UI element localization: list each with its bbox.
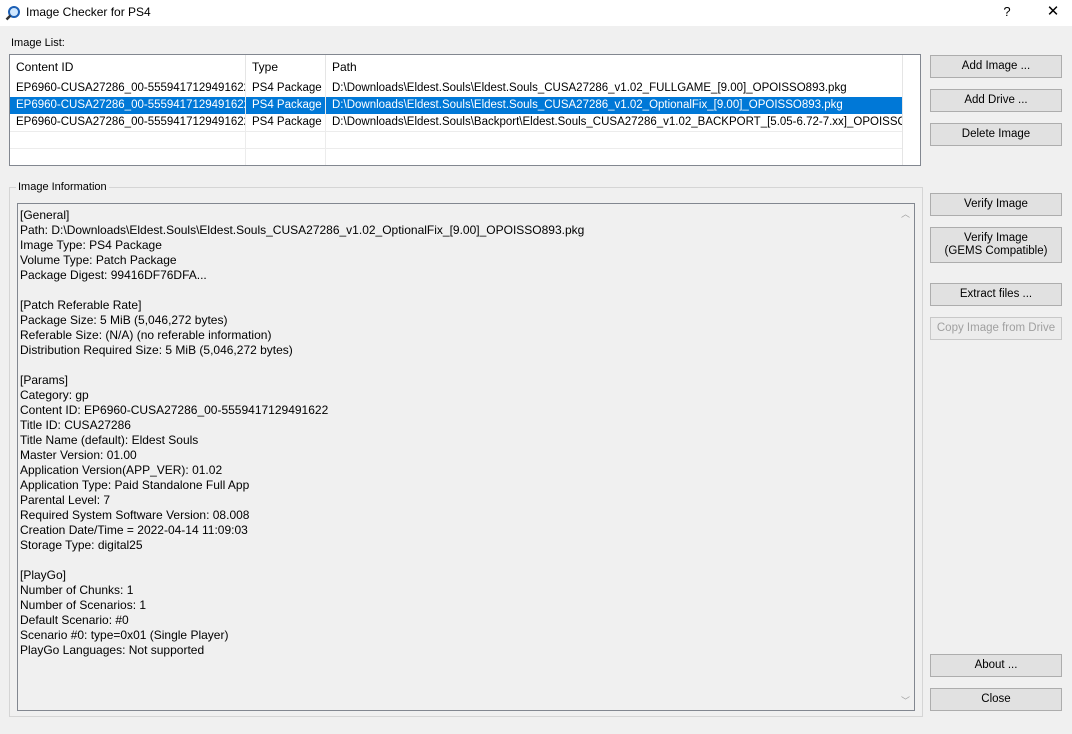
add-drive-button[interactable]: Add Drive ... [930,89,1062,112]
add-image-button[interactable]: Add Image ... [930,55,1062,78]
magnifier-icon [5,6,20,21]
cell-type: PS4 Package [252,116,322,128]
cell-path: D:\Downloads\Eldest.Souls\Backport\Eldes… [332,116,916,128]
verify-gems-line1: Verify Image [964,232,1028,244]
help-button[interactable]: ? [990,0,1024,26]
cell-type: PS4 Package [252,82,322,94]
info-scrollbar[interactable]: ︿ ﹀ [897,204,914,710]
column-header-path[interactable]: Path [326,55,916,80]
image-list-label: Image List: [11,37,65,49]
cell-type: PS4 Package [252,99,322,111]
close-window-button[interactable]: ✕ [1034,0,1072,26]
extract-files-button[interactable]: Extract files ... [930,283,1062,306]
column-header-content-id[interactable]: Content ID [10,55,246,80]
cell-content-id: EP6960-CUSA27286_00-5559417129491622 [16,99,246,111]
image-information-textbox[interactable]: [General] Path: D:\Downloads\Eldest.Soul… [17,203,915,711]
table-row[interactable]: EP6960-CUSA27286_00-5559417129491622 PS4… [10,97,916,114]
scroll-up-icon[interactable]: ︿ [901,207,910,220]
cell-content-id: EP6960-CUSA27286_00-5559417129491622 [16,116,246,128]
image-information-text: [General] Path: D:\Downloads\Eldest.Soul… [20,208,585,657]
verify-image-gems-button[interactable]: Verify Image (GEMS Compatible) [930,227,1062,263]
table-row[interactable]: EP6960-CUSA27286_00-5559417129491622 PS4… [10,114,916,131]
column-header-type[interactable]: Type [246,55,326,80]
window-title: Image Checker for PS4 [26,5,151,19]
table-row[interactable]: EP6960-CUSA27286_00-5559417129491622 PS4… [10,80,916,97]
verify-gems-line2: (GEMS Compatible) [944,245,1048,257]
grid-line [245,80,246,165]
image-list-scrollbar[interactable] [902,55,920,165]
scroll-down-icon[interactable]: ﹀ [901,694,910,707]
cell-path: D:\Downloads\Eldest.Souls\Eldest.Souls_C… [332,99,843,111]
cell-path: D:\Downloads\Eldest.Souls\Eldest.Souls_C… [332,82,847,94]
copy-image-from-drive-button[interactable]: Copy Image from Drive [930,317,1062,340]
cell-content-id: EP6960-CUSA27286_00-5559417129491622 [16,82,246,94]
title-bar [0,0,1072,26]
close-button[interactable]: Close [930,688,1062,711]
grid-line [10,148,916,149]
image-information-label: Image Information [16,181,109,193]
verify-image-button[interactable]: Verify Image [930,193,1062,216]
grid-line [10,131,916,132]
delete-image-button[interactable]: Delete Image [930,123,1062,146]
image-list[interactable]: Content ID Type Path EP6960-CUSA27286_00… [9,54,921,166]
grid-line [325,80,326,165]
about-button[interactable]: About ... [930,654,1062,677]
